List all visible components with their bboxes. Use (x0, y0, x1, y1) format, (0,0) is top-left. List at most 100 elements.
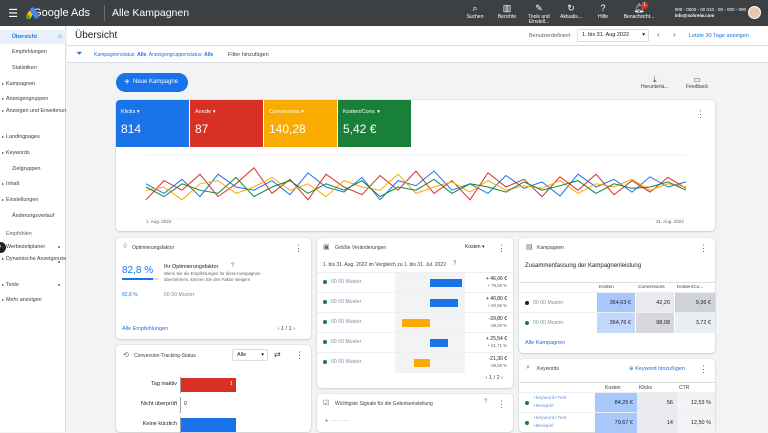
toolbar-bell-button[interactable]: 🔔︎ Benachricht... 1 (622, 2, 656, 25)
avatar[interactable] (748, 6, 761, 19)
sidebar-item-label: Inhalt (6, 181, 20, 187)
campaign-name[interactable]: 00 00 Muster (164, 292, 194, 298)
previous-period-icon[interactable]: ‹ (657, 30, 660, 39)
sidebar-item-texte[interactable]: ▸ Texte (0, 278, 66, 292)
metric-tile-anrufe[interactable]: Anrufe ▾ 87 (190, 100, 263, 147)
toolbar-reports-button[interactable]: ▥ Berichte (494, 3, 520, 25)
change-row[interactable]: 00 00 Muster + 25,54 € + 51,71 % (317, 332, 513, 353)
sidebar-item-empfehlungen[interactable]: Empfehlungen (0, 45, 66, 59)
expand-arrow-icon: ▸ (2, 96, 5, 101)
help-icon: ? (600, 3, 606, 13)
dropdown-arrow-icon: ▾ (135, 109, 140, 115)
new-campaign-button[interactable]: + Neue Kampagne (116, 73, 188, 92)
customer-info[interactable]: 000 - 0000 - 00 010 · 00 - 000 - 000 inf… (675, 7, 746, 19)
all-campaigns-link[interactable]: Alle Kampagnen (525, 340, 565, 346)
menu-icon[interactable]: ☰ (0, 7, 26, 20)
help-icon[interactable]: ? (453, 261, 456, 267)
sidebar-item-dynamische-anzeigenziele[interactable]: ▸ Dynamische Anzeigenziele (0, 255, 66, 270)
date-range-picker[interactable]: 1. bis 31. Aug 2022 ▾ (577, 29, 649, 42)
keywords-icon: ⌕ (526, 364, 530, 371)
campaign-row[interactable]: 00 00 Muster 364,63 €42,20 9,36 € (519, 292, 715, 313)
pager-label: 1 / 1 (280, 326, 292, 332)
sidebar-item-einstellungen[interactable]: ▸ Einstellungen (0, 193, 66, 207)
keyword-row[interactable]: +keyword+Test +Beispiel 84,25 €56 12,53 % (519, 392, 715, 413)
status-filter-chip[interactable]: Kampagnenstatus: Alle, Anzeigengruppenst… (94, 52, 213, 58)
toolbar-refresh-button[interactable]: ↻ Aktualis... (558, 3, 584, 25)
feedback-button[interactable]: ▭ Feedback (686, 75, 708, 90)
sidebar-item-landingpages[interactable]: ▸ Landingpages (0, 130, 66, 144)
download-button[interactable]: ⤓ Herunterla... (641, 75, 669, 90)
change-row[interactable]: 00 00 Muster -21,30 € -29,50 % (317, 352, 513, 373)
dropdown-arrow-icon: ▾ (261, 352, 264, 358)
sidebar-item-mehr-anzeigen[interactable]: ▸ Mehr anzeigen (0, 293, 66, 307)
account-name[interactable]: Alle Kampagnen (112, 7, 189, 19)
add-keyword-button[interactable]: ⊕ Keyword hinzufügen (629, 366, 685, 372)
help-icon[interactable]: ? (484, 399, 487, 405)
status-filter-select[interactable]: Alle ▾ (232, 349, 268, 361)
top-bar: ☰ Google Ads Alle Kampagnen ⌕ Suchen ▥ Beri… (0, 0, 768, 26)
toolbar-label: Benachricht... (623, 14, 655, 20)
sidebar-item-änderungsverlauf[interactable]: Änderungsverlauf (0, 209, 66, 223)
change-row[interactable]: 00 00 Muster + 46,66 € + 79,50 % (317, 272, 513, 293)
pager[interactable]: ‹ 1 / 2 › (486, 375, 503, 381)
more-options-icon[interactable]: ⋮ (699, 244, 708, 253)
help-icon[interactable]: ? (231, 263, 234, 269)
last-30-days-link[interactable]: Letzte 30 Tage anzeigen (689, 33, 749, 39)
column-header[interactable]: Kosten (605, 385, 621, 391)
sidebar-item-anzeigengruppen[interactable]: ▸ Anzeigengruppen (0, 92, 66, 106)
metric-name: Anrufe (195, 109, 212, 115)
sidebar-item-kampagnen[interactable]: ▸ Kampagnen (0, 77, 66, 91)
metric-tile-klicks[interactable]: Klicks ▾ 814 (116, 100, 189, 147)
status-dot-icon (323, 360, 327, 364)
optimization-score-card: Optimierungsfaktor 💡︎ ⋮ 82,8 % Ihr Optim… (116, 238, 311, 339)
sidebar-item-statistiken[interactable]: Statistiken (0, 61, 66, 75)
more-options-icon[interactable]: ⋮ (295, 351, 304, 360)
column-header[interactable]: Klicks (639, 385, 652, 391)
filter-bar: ⏷ Kampagnenstatus: Alle, Anzeigengruppen… (67, 46, 768, 63)
status-dot-icon (323, 300, 327, 304)
sidebar-item-werbezeitplaner[interactable]: ▸ Werbezeitplaner (0, 240, 66, 254)
metric-tile-kosten-conv-[interactable]: Kosten/Conv. ▾ 5,42 € (338, 100, 411, 147)
add-filter-button[interactable]: Filter hinzufügen (228, 52, 269, 58)
sidebar-item-keywords[interactable]: ▸ Keywords (0, 146, 66, 160)
more-options-icon[interactable]: ⋮ (497, 400, 506, 409)
all-recommendations-link[interactable]: Alle Empfehlungen (122, 326, 168, 332)
column-header[interactable]: Kosten/Co... (677, 285, 703, 290)
sidebar-item-übersicht[interactable]: Übersicht ⌂ (0, 30, 66, 44)
expand-arrow-icon: ▸ (2, 297, 5, 302)
more-options-icon[interactable]: ⋮ (696, 110, 705, 119)
more-options-icon[interactable]: ⋮ (294, 244, 303, 253)
campaign-name: 00 00 Muster (533, 300, 564, 306)
campaign-row[interactable]: 00 00 Muster 364,76 €98,08 3,72 € (519, 312, 715, 333)
axis-line (180, 397, 181, 413)
change-row[interactable]: 00 00 Muster + 40,80 € + 60,50 % (317, 292, 513, 313)
cell-cost: 79,67 € (595, 413, 637, 433)
toolbar-tools-button[interactable]: ✎ Tools und Einstell... (526, 3, 552, 25)
toolbar-search-button[interactable]: ⌕ Suchen (462, 3, 488, 25)
column-header[interactable]: Conversions (638, 285, 665, 290)
campaign-name: 00 00 Muster (331, 279, 362, 285)
status-bar (181, 378, 236, 392)
more-options-icon[interactable]: ⋮ (699, 365, 708, 374)
toolbar-help-button[interactable]: ? Hilfe (590, 3, 616, 25)
more-options-icon[interactable]: ⋮ (497, 244, 506, 253)
cell-cost: 364,63 € (597, 293, 635, 313)
column-header[interactable]: Kosten (599, 285, 614, 290)
column-header[interactable]: CTR (679, 385, 689, 391)
filter-icon[interactable]: ⏷ (76, 49, 82, 59)
google-ads-logo[interactable]: Google Ads (25, 6, 90, 20)
sidebar-item-anzeigen-und-erweiterungen[interactable]: ▸Anzeigen und Erweiterungen (0, 107, 66, 122)
sidebar-item-zielgruppen[interactable]: Zielgruppen (0, 162, 66, 176)
metric-tile-conversions[interactable]: Conversions ▾ 140,28 (264, 100, 337, 147)
share-icon[interactable]: ⇄ (274, 350, 281, 359)
next-period-icon[interactable]: › (673, 30, 676, 39)
keyword-row[interactable]: +keyword+Test +Beispiel 79,67 €14 12,50 % (519, 412, 715, 433)
metric-select[interactable]: Kosten ▾ (465, 244, 484, 250)
toolbar-label: Suchen (466, 14, 484, 20)
pager[interactable]: ‹ 1 / 1 › (278, 326, 295, 332)
page-header: Übersicht Benutzerdefiniert 1. bis 31. A… (67, 26, 768, 46)
sidebar-item-inhalt[interactable]: ▸ Inhalt (0, 177, 66, 191)
metric-name: Conversions (269, 109, 300, 115)
cell-cost: 364,76 € (597, 313, 635, 333)
change-row[interactable]: 00 00 Muster -39,80 € -39,00 % (317, 312, 513, 333)
